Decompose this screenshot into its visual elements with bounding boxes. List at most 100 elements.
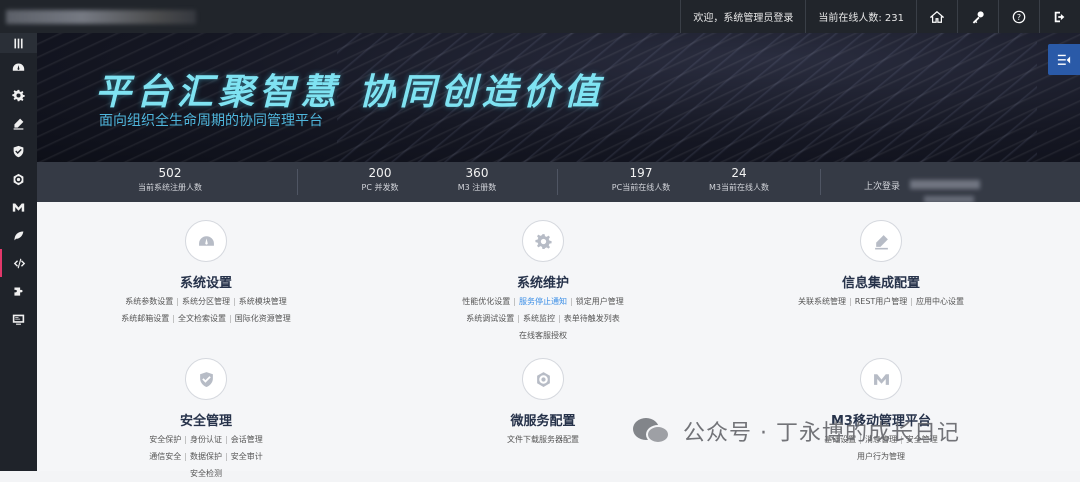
module-link[interactable]: 安全保护 — [149, 435, 181, 444]
key-button[interactable] — [957, 0, 998, 33]
module-icon-button[interactable] — [860, 358, 902, 400]
module-link[interactable]: 国际化资源管理 — [235, 314, 291, 323]
module-link-row: 用户行为管理 — [731, 448, 1031, 465]
module-link[interactable]: 系统邮箱设置 — [121, 314, 169, 323]
hexagon-icon — [536, 371, 550, 387]
stat-m3-online: 24 M3当前在线人数 — [694, 166, 784, 193]
module-link[interactable]: 系统参数设置 — [125, 297, 173, 306]
module-title[interactable]: 信息集成配置 — [731, 272, 1031, 291]
sidebar-item-plugin[interactable] — [0, 277, 37, 305]
home-icon — [930, 10, 944, 23]
sidebar-item-dashboard[interactable] — [0, 53, 37, 81]
module-card: 信息集成配置 关联系统管理 | REST用户管理 | 应用中心设置 — [731, 220, 1031, 310]
sidebar-item-security[interactable] — [0, 137, 37, 165]
module-links: 安全保护 | 身份认证 | 会话管理 通信安全 | 数据保护 | 安全审计 安全检测 — [56, 431, 356, 482]
last-login: 上次登录 — [864, 174, 1064, 203]
online-users-count: 当前在线人数: 231 — [805, 0, 916, 33]
module-link[interactable]: 系统监控 — [523, 314, 555, 323]
module-icon-button[interactable] — [522, 220, 564, 262]
module-link-row: 系统邮箱设置 | 全文检索设置 | 国际化资源管理 — [121, 314, 291, 323]
edit-icon — [874, 234, 888, 249]
gear-icon — [12, 89, 25, 101]
help-button[interactable]: ? — [998, 0, 1039, 33]
last-login-label: 上次登录 — [864, 182, 901, 192]
logout-button[interactable] — [1039, 0, 1080, 33]
module-title[interactable]: 系统维护 — [393, 272, 693, 291]
module-links: 系统参数设置 | 系统分区管理 | 系统模块管理 系统邮箱设置 | 全文检索设置 | 国际化资源管… — [56, 293, 356, 327]
module-title[interactable]: 安全管理 — [56, 410, 356, 429]
module-link[interactable]: 系统模块管理 — [239, 297, 287, 306]
module-link[interactable]: 安全审计 — [231, 452, 263, 461]
m-logo-icon — [12, 202, 25, 212]
sidebar-item-settings[interactable] — [0, 81, 37, 109]
monitor-icon — [12, 314, 25, 325]
module-link[interactable]: 锁定用户管理 — [576, 297, 624, 306]
stat-m3-registered: 360 M3 注册数 — [437, 166, 517, 193]
module-link[interactable]: 用户行为管理 — [857, 452, 905, 461]
dashboard-icon — [198, 235, 214, 246]
module-link[interactable]: 系统调试设置 — [466, 314, 514, 323]
sidebar — [0, 33, 37, 471]
stat-label: PC当前在线人数 — [611, 183, 671, 192]
module-link[interactable]: 通信安全 — [149, 452, 181, 461]
module-link[interactable]: 全文检索设置 — [178, 314, 226, 323]
module-link[interactable]: 文件下载服务器配置 — [507, 435, 579, 444]
module-links: 关联系统管理 | REST用户管理 | 应用中心设置 — [731, 293, 1031, 310]
stat-label: M3 注册数 — [457, 183, 497, 192]
sidebar-item-microservice[interactable] — [0, 165, 37, 193]
sidebar-item-developer[interactable] — [0, 249, 37, 277]
stat-value: 197 — [629, 166, 653, 180]
stat-registered-users: 502 当前系统注册人数 — [130, 166, 210, 193]
side-panel-toggle[interactable] — [1048, 44, 1080, 75]
help-icon: ? — [1012, 10, 1026, 23]
module-link[interactable]: 身份认证 — [190, 435, 222, 444]
hexagon-icon — [13, 173, 24, 185]
module-icon-button[interactable] — [860, 220, 902, 262]
stats-bar: 502 当前系统注册人数 200 PC 并发数 360 M3 注册数 197 P… — [37, 162, 1080, 203]
module-icon-button[interactable] — [185, 220, 227, 262]
watermark: 公众号 · 丁永博的成长日记 — [633, 414, 960, 448]
module-card: 系统设置系统参数设置 | 系统分区管理 | 系统模块管理 系统邮箱设置 | 全文检索设置 | 国际… — [56, 220, 356, 327]
stat-value: 502 — [158, 166, 182, 180]
module-link[interactable]: REST用户管理 — [855, 297, 908, 306]
module-link[interactable]: 系统分区管理 — [182, 297, 230, 306]
collapse-panel-icon — [1057, 54, 1071, 65]
module-icon-button[interactable] — [522, 358, 564, 400]
module-link[interactable]: 在线客服授权 — [519, 331, 567, 340]
dashboard-icon — [12, 62, 25, 71]
stat-value: 24 — [731, 166, 747, 180]
admin-modules: 系统设置系统参数设置 | 系统分区管理 | 系统模块管理 系统邮箱设置 | 全文检索设置 | 国际… — [37, 202, 1080, 478]
module-link[interactable]: 服务停止通知 — [519, 297, 567, 306]
module-link[interactable]: 会话管理 — [231, 435, 263, 444]
module-link-row: 安全保护 | 身份认证 | 会话管理 — [149, 435, 263, 444]
banner: 平台汇聚智慧 协同创造价值 面向组织全生命周期的协同管理平台 — [37, 33, 1080, 162]
stat-label: PC 并发数 — [361, 183, 399, 192]
sidebar-item-integration[interactable] — [0, 109, 37, 137]
module-link[interactable]: 安全检测 — [190, 469, 222, 478]
edit-icon — [13, 118, 24, 130]
top-bar: 欢迎，系统管理员登录 当前在线人数: 231 ? — [0, 0, 1080, 33]
module-card: 系统维护 性能优化设置 | 服务停止通知 | 锁定用户管理 系统调试设置 | 系统监控 | 表单待触… — [393, 220, 693, 344]
plugin-icon — [14, 286, 23, 296]
key-icon — [972, 10, 984, 24]
code-icon — [13, 258, 26, 268]
module-link[interactable]: 性能优化设置 — [462, 297, 510, 306]
m-logo-icon — [873, 373, 889, 385]
module-link-row: 系统参数设置 | 系统分区管理 | 系统模块管理 — [125, 297, 287, 306]
home-button[interactable] — [916, 0, 957, 33]
menu-icon — [14, 38, 23, 48]
gear-icon — [534, 233, 552, 249]
module-link-row: 安全检测 — [56, 465, 356, 482]
wechat-icon — [633, 416, 675, 446]
sidebar-item-m3[interactable] — [0, 193, 37, 221]
module-link[interactable]: 关联系统管理 — [798, 297, 846, 306]
module-link[interactable]: 表单待触发列表 — [564, 314, 620, 323]
module-link-row: 系统调试设置 | 系统监控 | 表单待触发列表 — [466, 314, 620, 323]
module-link[interactable]: 应用中心设置 — [916, 297, 964, 306]
sidebar-item-monitor[interactable] — [0, 305, 37, 333]
module-link[interactable]: 数据保护 — [190, 452, 222, 461]
module-icon-button[interactable] — [185, 358, 227, 400]
sidebar-item-workflow[interactable] — [0, 221, 37, 249]
module-title[interactable]: 系统设置 — [56, 272, 356, 291]
sidebar-menu-toggle[interactable] — [0, 33, 37, 53]
